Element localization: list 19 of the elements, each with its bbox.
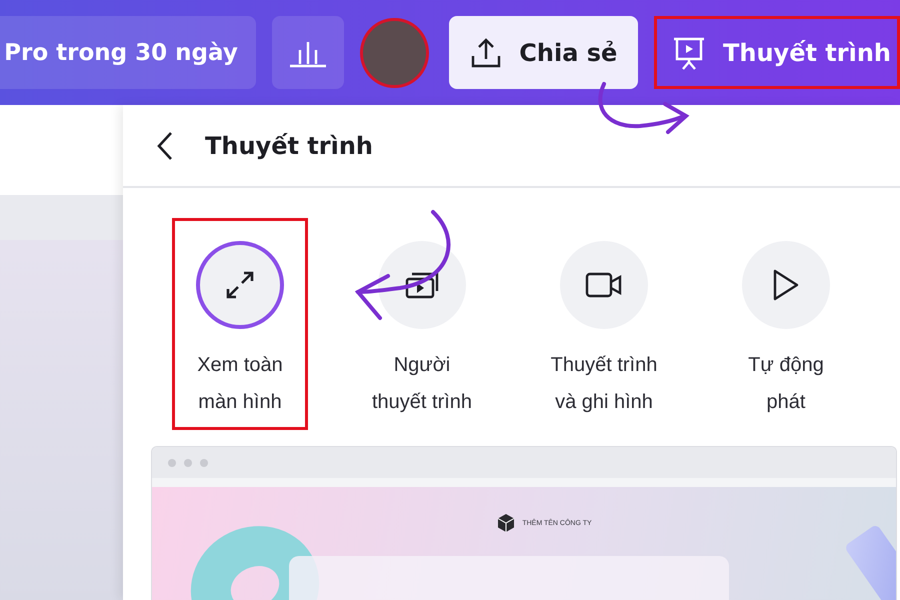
- present-option[interactable]: Người thuyết trình: [354, 218, 490, 430]
- option-label: Xem toàn màn hình: [197, 353, 283, 415]
- present-option[interactable]: Thuyết trình và ghi hình: [536, 218, 672, 430]
- play-icon: [771, 268, 801, 302]
- window-dots-icon: [168, 458, 208, 466]
- cube-icon: [496, 513, 516, 533]
- video-camera-icon: [585, 270, 623, 300]
- share-button[interactable]: Chia sẻ: [448, 16, 638, 89]
- back-icon[interactable]: [155, 130, 175, 160]
- option-label: Tự động phát: [748, 353, 824, 415]
- insights-button[interactable]: [272, 16, 344, 89]
- present-option[interactable]: Xem toàn màn hình: [172, 218, 308, 430]
- present-option[interactable]: Tự động phát: [718, 218, 854, 430]
- pro-trial-button[interactable]: Pro trong 30 ngày: [0, 16, 256, 89]
- present-button[interactable]: Thuyết trình: [654, 16, 900, 89]
- expand-icon: [224, 269, 256, 301]
- panel-title: Thuyết trình: [205, 132, 373, 160]
- option-label: Thuyết trình và ghi hình: [550, 353, 658, 415]
- option-label: Người thuyết trình: [372, 353, 472, 415]
